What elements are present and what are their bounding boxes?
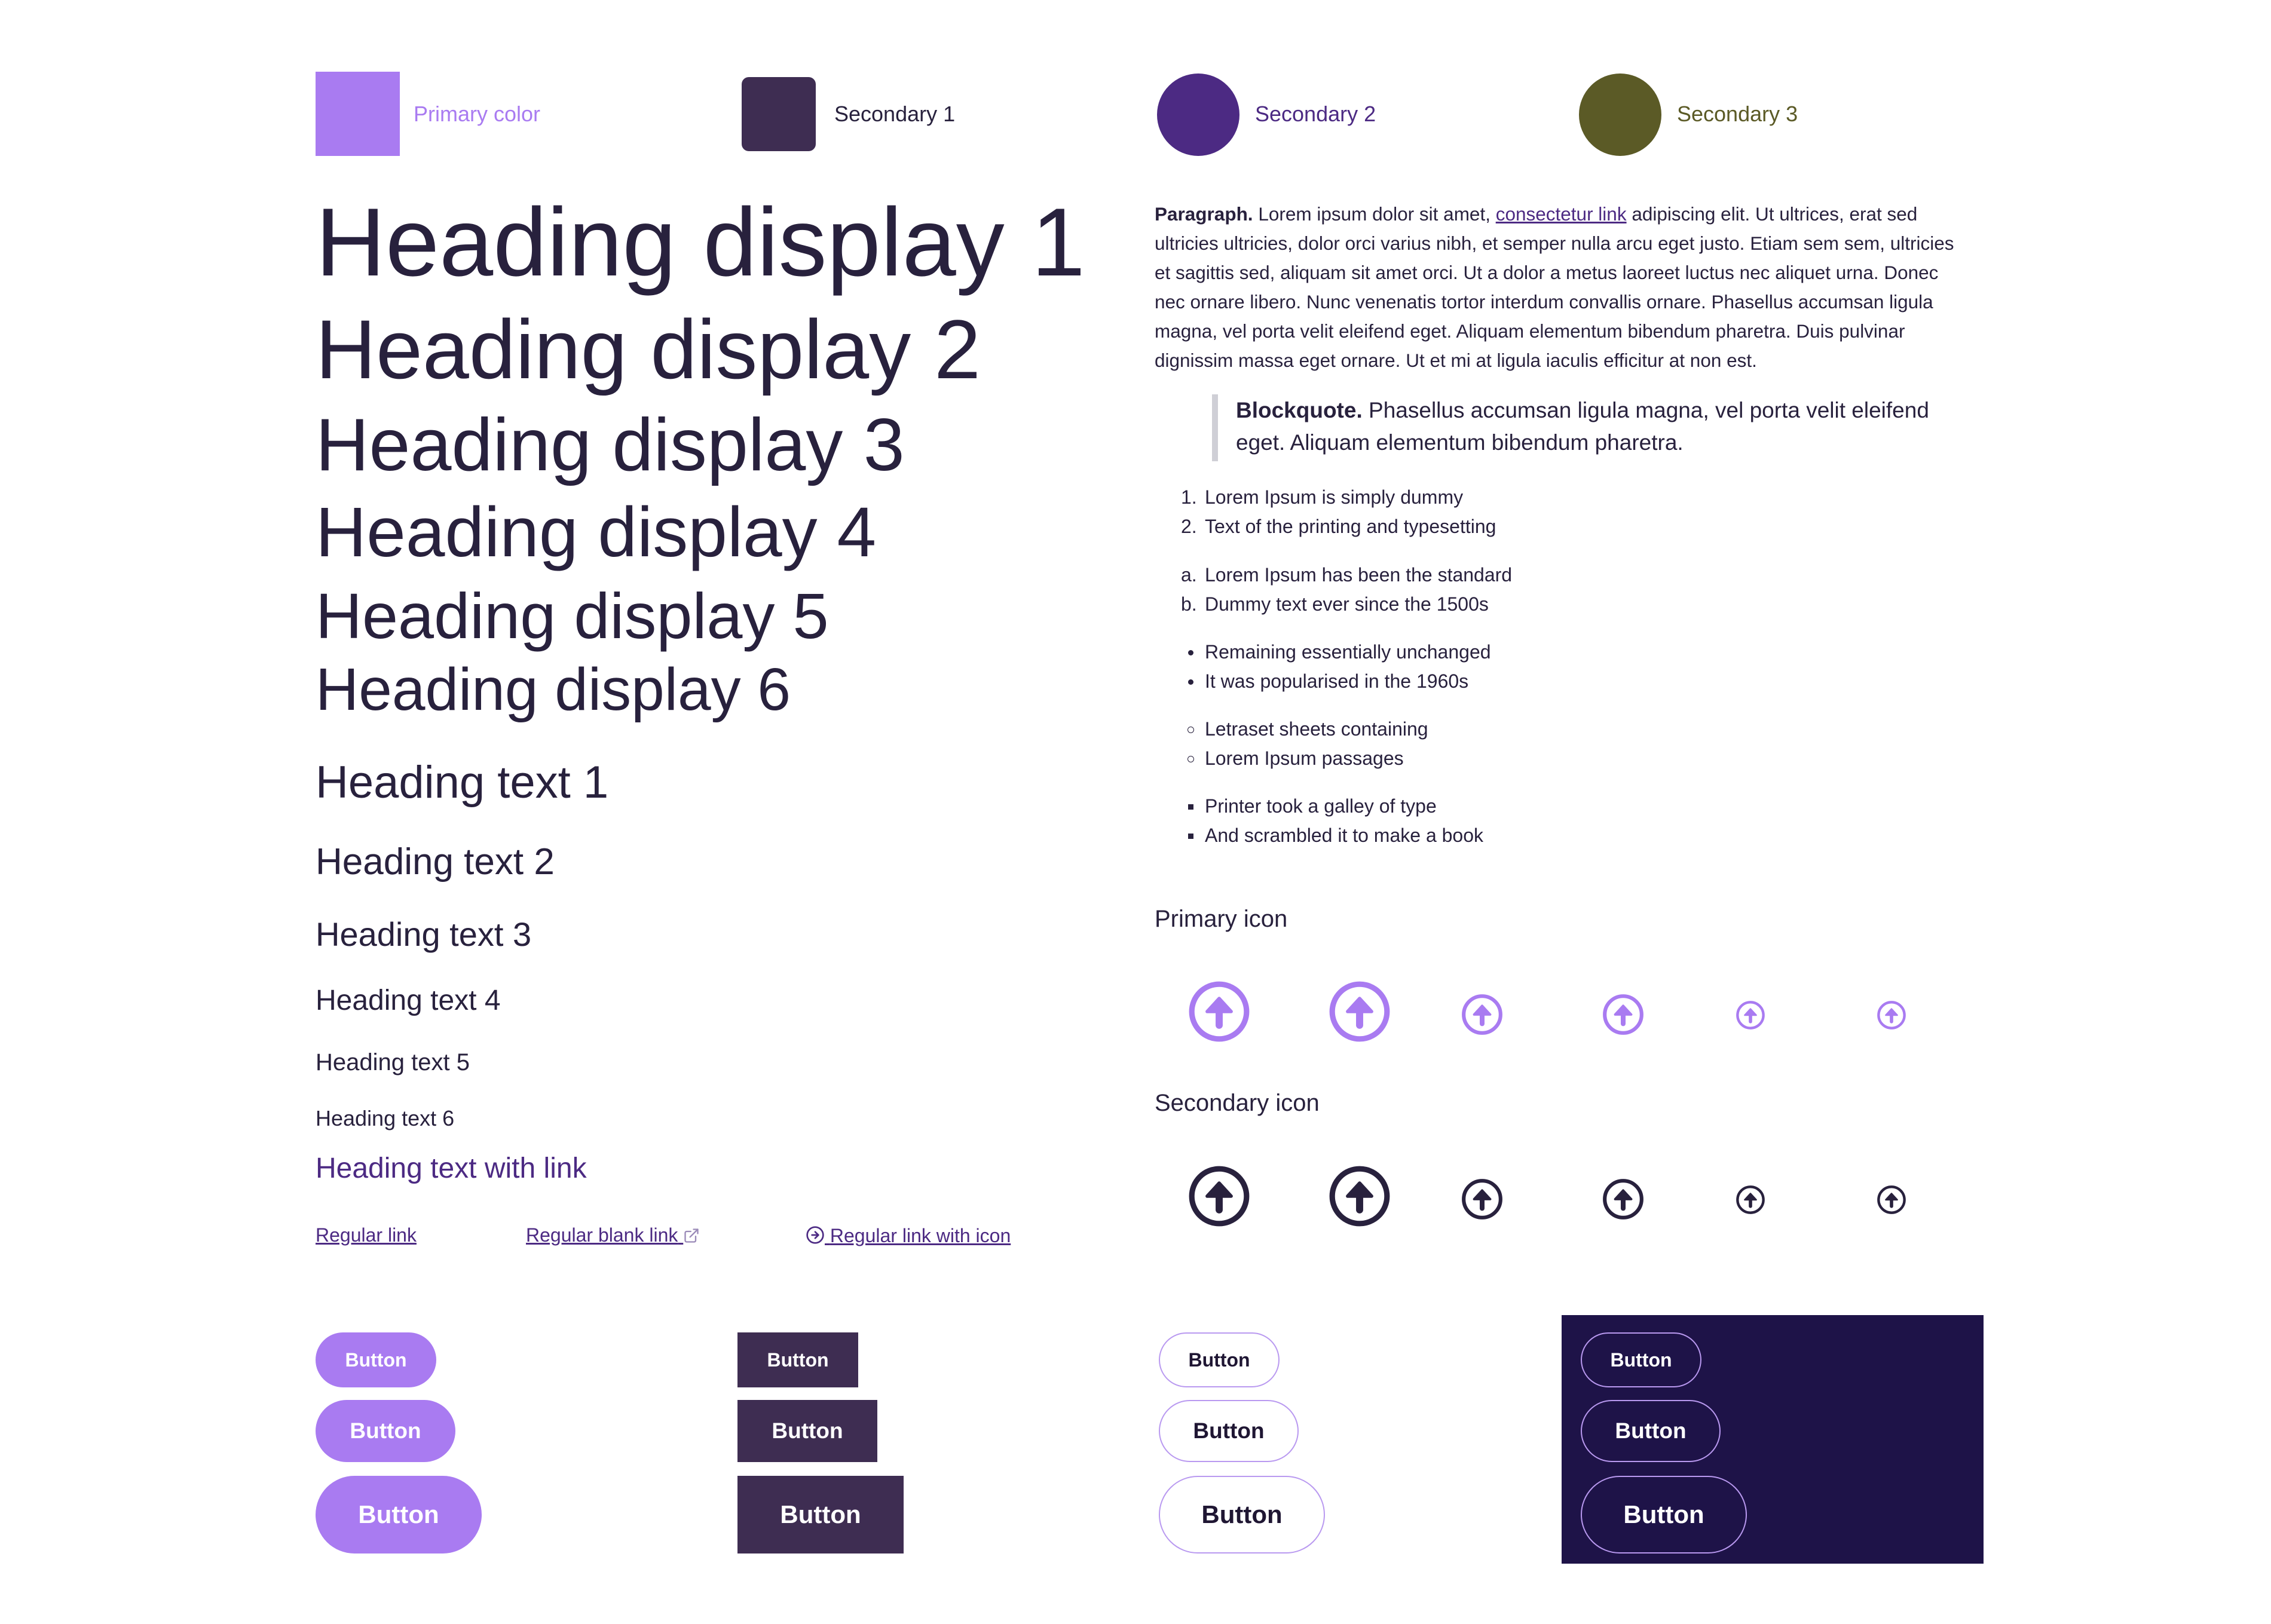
blockquote-lead: Blockquote. <box>1236 398 1363 422</box>
heading-text-3: Heading text 3 <box>316 915 532 953</box>
secondary-1-label: Secondary 1 <box>834 102 956 126</box>
secondary-3-label: Secondary 3 <box>1677 102 1798 126</box>
ordered-alpha-list: a. Lorem Ipsum has been the standard b. Du… <box>1181 560 1512 619</box>
heading-text-6: Heading text 6 <box>316 1106 455 1130</box>
heading-display-1: Heading display 1 <box>316 188 1085 296</box>
list-item: 2. Text of the printing and typesetting <box>1181 512 1496 541</box>
arrow-up-circle-icon <box>1329 1166 1390 1227</box>
secondary-icon-title: Secondary icon <box>1155 1090 1320 1116</box>
heading-text-5: Heading text 5 <box>316 1049 470 1075</box>
arrow-up-circle-icon <box>1189 981 1250 1042</box>
primary-button-medium[interactable]: Button <box>316 1400 455 1462</box>
paragraph-text-before-link: Lorem ipsum dolor sit amet, <box>1253 203 1496 225</box>
primary-color-label: Primary color <box>414 102 541 126</box>
list-item: Printer took a galley of type <box>1181 792 1483 821</box>
list-item: Lorem Ipsum passages <box>1181 744 1428 773</box>
secondary-2-swatch <box>1157 73 1239 156</box>
secondary-1-swatch <box>742 77 816 151</box>
primary-button-small[interactable]: Button <box>316 1332 436 1387</box>
arrow-up-circle-icon <box>1189 1166 1250 1227</box>
paragraph-lead: Paragraph. <box>1155 203 1253 225</box>
paragraph: Paragraph. Lorem ipsum dolor sit amet, c… <box>1155 200 1973 375</box>
primary-color-swatch <box>316 72 400 156</box>
secondary-button-small[interactable]: Button <box>737 1332 858 1387</box>
list-marker: a. <box>1181 564 1197 586</box>
regular-blank-link[interactable]: Regular blank link <box>526 1225 700 1245</box>
dark-outline-button-large[interactable]: Button <box>1581 1476 1747 1553</box>
arrow-up-circle-icon <box>1462 1179 1502 1219</box>
secondary-2-label: Secondary 2 <box>1255 102 1376 126</box>
list-item-text: Dummy text ever since the 1500s <box>1205 593 1489 615</box>
list-marker: 2. <box>1181 516 1197 537</box>
secondary-button-medium[interactable]: Button <box>737 1400 877 1462</box>
arrow-up-circle-icon <box>1877 1185 1906 1214</box>
regular-link-label: Regular link <box>316 1224 417 1246</box>
heading-text-4: Heading text 4 <box>316 985 501 1016</box>
heading-display-6: Heading display 6 <box>316 656 791 723</box>
list-item: a. Lorem Ipsum has been the standard <box>1181 560 1512 590</box>
heading-display-2: Heading display 2 <box>316 302 981 396</box>
heading-text-with-link[interactable]: Heading text with link <box>316 1154 587 1183</box>
heading-display-3: Heading display 3 <box>316 404 905 486</box>
disc-list: Remaining essentially unchanged It was p… <box>1181 638 1491 696</box>
outline-button-medium[interactable]: Button <box>1159 1400 1299 1462</box>
regular-blank-link-label: Regular blank link <box>526 1224 678 1246</box>
list-marker: b. <box>1181 593 1197 615</box>
blockquote: Blockquote. Phasellus accumsan ligula ma… <box>1212 394 1959 461</box>
arrow-right-circle-icon <box>806 1226 824 1244</box>
list-item: 1. Lorem Ipsum is simply dummy <box>1181 483 1496 512</box>
secondary-button-large[interactable]: Button <box>737 1476 904 1553</box>
heading-text-2: Heading text 2 <box>316 841 555 883</box>
list-item-text: Lorem Ipsum has been the standard <box>1205 564 1513 586</box>
circle-list: Letraset sheets containing Lorem Ipsum p… <box>1181 715 1428 773</box>
list-item: It was popularised in the 1960s <box>1181 667 1491 696</box>
list-item: Remaining essentially unchanged <box>1181 638 1491 667</box>
arrow-up-circle-icon <box>1736 1001 1765 1029</box>
paragraph-inline-link[interactable]: consectetur link <box>1496 203 1627 225</box>
heading-display-4: Heading display 4 <box>316 493 877 572</box>
arrow-up-circle-icon <box>1462 994 1502 1035</box>
arrow-up-circle-icon <box>1329 981 1390 1042</box>
outline-button-large[interactable]: Button <box>1159 1476 1325 1553</box>
arrow-up-circle-icon <box>1877 1001 1906 1029</box>
regular-link[interactable]: Regular link <box>316 1225 417 1245</box>
secondary-3-swatch <box>1579 73 1661 156</box>
list-item: And scrambled it to make a book <box>1181 821 1483 850</box>
heading-text-1: Heading text 1 <box>316 757 609 808</box>
dark-outline-button-small[interactable]: Button <box>1581 1332 1701 1387</box>
list-item-text: Lorem Ipsum is simply dummy <box>1205 486 1464 508</box>
list-item: Letraset sheets containing <box>1181 715 1428 744</box>
regular-link-with-icon-label: Regular link with icon <box>830 1225 1011 1246</box>
list-item-text: Text of the printing and typesetting <box>1205 516 1496 537</box>
square-list: Printer took a galley of type And scramb… <box>1181 792 1483 850</box>
external-link-icon <box>684 1228 699 1243</box>
paragraph-text-after-link: adipiscing elit. Ut ultrices, erat sed u… <box>1155 203 1954 371</box>
heading-display-5: Heading display 5 <box>316 580 829 652</box>
dark-outline-button-medium[interactable]: Button <box>1581 1400 1721 1462</box>
list-item: b. Dummy text ever since the 1500s <box>1181 590 1512 619</box>
ordered-numeric-list: 1. Lorem Ipsum is simply dummy 2. Text of … <box>1181 483 1496 541</box>
arrow-up-circle-icon <box>1736 1185 1765 1214</box>
primary-icon-title: Primary icon <box>1155 906 1288 932</box>
arrow-up-circle-icon <box>1603 1179 1643 1219</box>
regular-link-with-icon[interactable]: Regular link with icon <box>806 1225 1011 1245</box>
outline-button-small[interactable]: Button <box>1159 1332 1280 1387</box>
arrow-up-circle-icon <box>1603 994 1643 1035</box>
list-marker: 1. <box>1181 486 1197 508</box>
primary-button-large[interactable]: Button <box>316 1476 482 1553</box>
